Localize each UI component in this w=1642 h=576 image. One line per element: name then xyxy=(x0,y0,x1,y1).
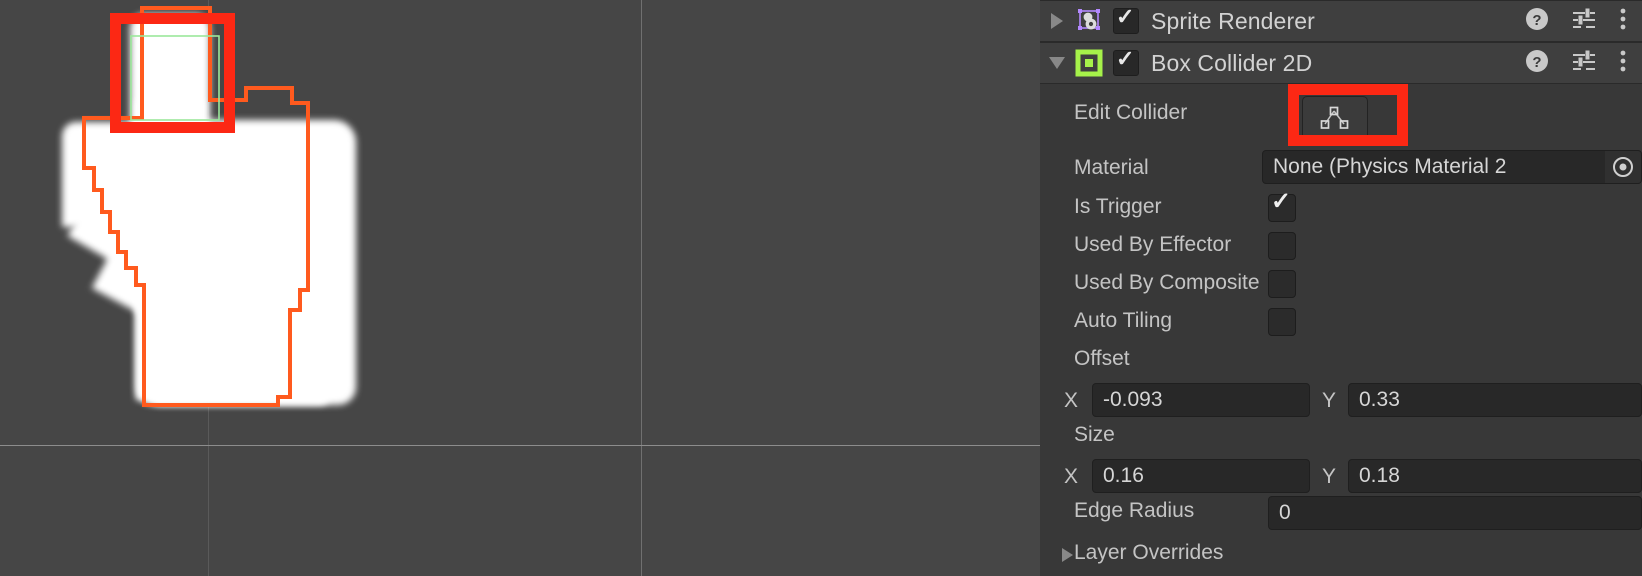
material-field[interactable]: None (Physics Material 2 xyxy=(1262,150,1642,184)
edit-collider-label: Edit Collider xyxy=(1074,101,1188,124)
svg-text:?: ? xyxy=(1532,54,1541,71)
edge-radius-label: Edge Radius xyxy=(1074,499,1195,522)
scene-axis-horizontal xyxy=(0,445,1040,446)
auto-tiling-label: Auto Tiling xyxy=(1074,309,1173,332)
row-layer-overrides[interactable]: Layer Overrides xyxy=(1040,534,1642,572)
component-header-sprite-renderer[interactable]: ✓ Sprite Renderer ? xyxy=(1040,0,1642,42)
used-by-effector-checkbox[interactable] xyxy=(1268,232,1296,260)
is-trigger-label: Is Trigger xyxy=(1074,195,1162,218)
help-icon[interactable]: ? xyxy=(1524,6,1550,37)
checkmark-icon: ✓ xyxy=(1116,4,1135,29)
used-by-composite-label: Used By Composite xyxy=(1074,271,1260,294)
offset-y-axis-label: Y xyxy=(1322,389,1337,412)
checkmark-icon: ✓ xyxy=(1116,46,1135,71)
size-x-input[interactable]: 0.16 xyxy=(1092,459,1310,493)
component-title-box-collider-2d: Box Collider 2D xyxy=(1151,49,1313,76)
row-used-by-effector: Used By Effector xyxy=(1040,226,1642,264)
offset-y-input[interactable]: 0.33 xyxy=(1348,383,1642,417)
offset-label: Offset xyxy=(1074,347,1130,370)
object-picker-icon[interactable] xyxy=(1605,151,1641,183)
sprite-renderer-icon xyxy=(1074,6,1104,36)
edit-collider-highlight-box xyxy=(1288,84,1408,146)
material-label: Material xyxy=(1074,156,1149,179)
offset-x-axis-label: X xyxy=(1064,389,1079,412)
svg-text:?: ? xyxy=(1532,12,1541,29)
auto-tiling-checkbox[interactable] xyxy=(1268,308,1296,336)
offset-x-input[interactable]: -0.093 xyxy=(1092,383,1310,417)
offset-y-value: 0.33 xyxy=(1359,388,1400,411)
chevron-right-icon[interactable] xyxy=(1062,548,1073,562)
box-collider-2d-body: Edit Collider Material None (Physics Mat… xyxy=(1040,84,1642,574)
component-header-box-collider-2d[interactable]: ✓ Box Collider 2D ? xyxy=(1040,42,1642,84)
scene-axis-vertical xyxy=(641,0,642,576)
row-auto-tiling: Auto Tiling xyxy=(1040,302,1642,340)
scene-view[interactable] xyxy=(0,0,1040,576)
inspector-panel: ✓ Sprite Renderer ? ✓ Box Collider 2D ? … xyxy=(1040,0,1642,576)
preset-sliders-icon[interactable] xyxy=(1571,6,1597,37)
size-y-input[interactable]: 0.18 xyxy=(1348,459,1642,493)
used-by-effector-label: Used By Effector xyxy=(1074,233,1232,256)
row-offset: Offset xyxy=(1040,340,1642,378)
checkmark-icon: ✓ xyxy=(1271,188,1292,215)
row-size: Size xyxy=(1040,416,1642,454)
used-by-composite-checkbox[interactable] xyxy=(1268,270,1296,298)
preset-sliders-icon[interactable] xyxy=(1571,48,1597,79)
offset-x-value: -0.093 xyxy=(1103,388,1163,411)
size-label: Size xyxy=(1074,423,1115,446)
help-icon[interactable]: ? xyxy=(1524,48,1550,79)
component-enable-checkbox-sprite-renderer[interactable]: ✓ xyxy=(1113,4,1139,34)
is-trigger-checkbox[interactable]: ✓ xyxy=(1268,189,1296,222)
material-value: None (Physics Material 2 xyxy=(1273,155,1507,178)
kebab-menu-icon[interactable] xyxy=(1618,6,1628,37)
component-enable-checkbox-box-collider-2d[interactable]: ✓ xyxy=(1113,46,1139,76)
chevron-right-icon xyxy=(1051,13,1063,29)
edge-radius-value: 0 xyxy=(1279,501,1291,524)
edge-radius-input[interactable]: 0 xyxy=(1268,496,1642,530)
foldout-toggle-sprite-renderer[interactable] xyxy=(1040,13,1074,29)
size-x-value: 0.16 xyxy=(1103,464,1144,487)
box-collider-2d-icon xyxy=(1074,48,1104,78)
size-x-axis-label: X xyxy=(1064,465,1079,488)
size-y-axis-label: Y xyxy=(1322,465,1337,488)
scene-highlight-box xyxy=(110,13,235,133)
foldout-toggle-box-collider-2d[interactable] xyxy=(1040,57,1074,69)
chevron-down-icon xyxy=(1049,57,1065,69)
unity-editor-window: ✓ Sprite Renderer ? ✓ Box Collider 2D ? … xyxy=(0,0,1642,576)
row-is-trigger: Is Trigger xyxy=(1040,188,1642,226)
size-y-value: 0.18 xyxy=(1359,464,1400,487)
row-used-by-composite: Used By Composite xyxy=(1040,264,1642,302)
kebab-menu-icon[interactable] xyxy=(1618,48,1628,79)
component-title-sprite-renderer: Sprite Renderer xyxy=(1151,7,1315,34)
